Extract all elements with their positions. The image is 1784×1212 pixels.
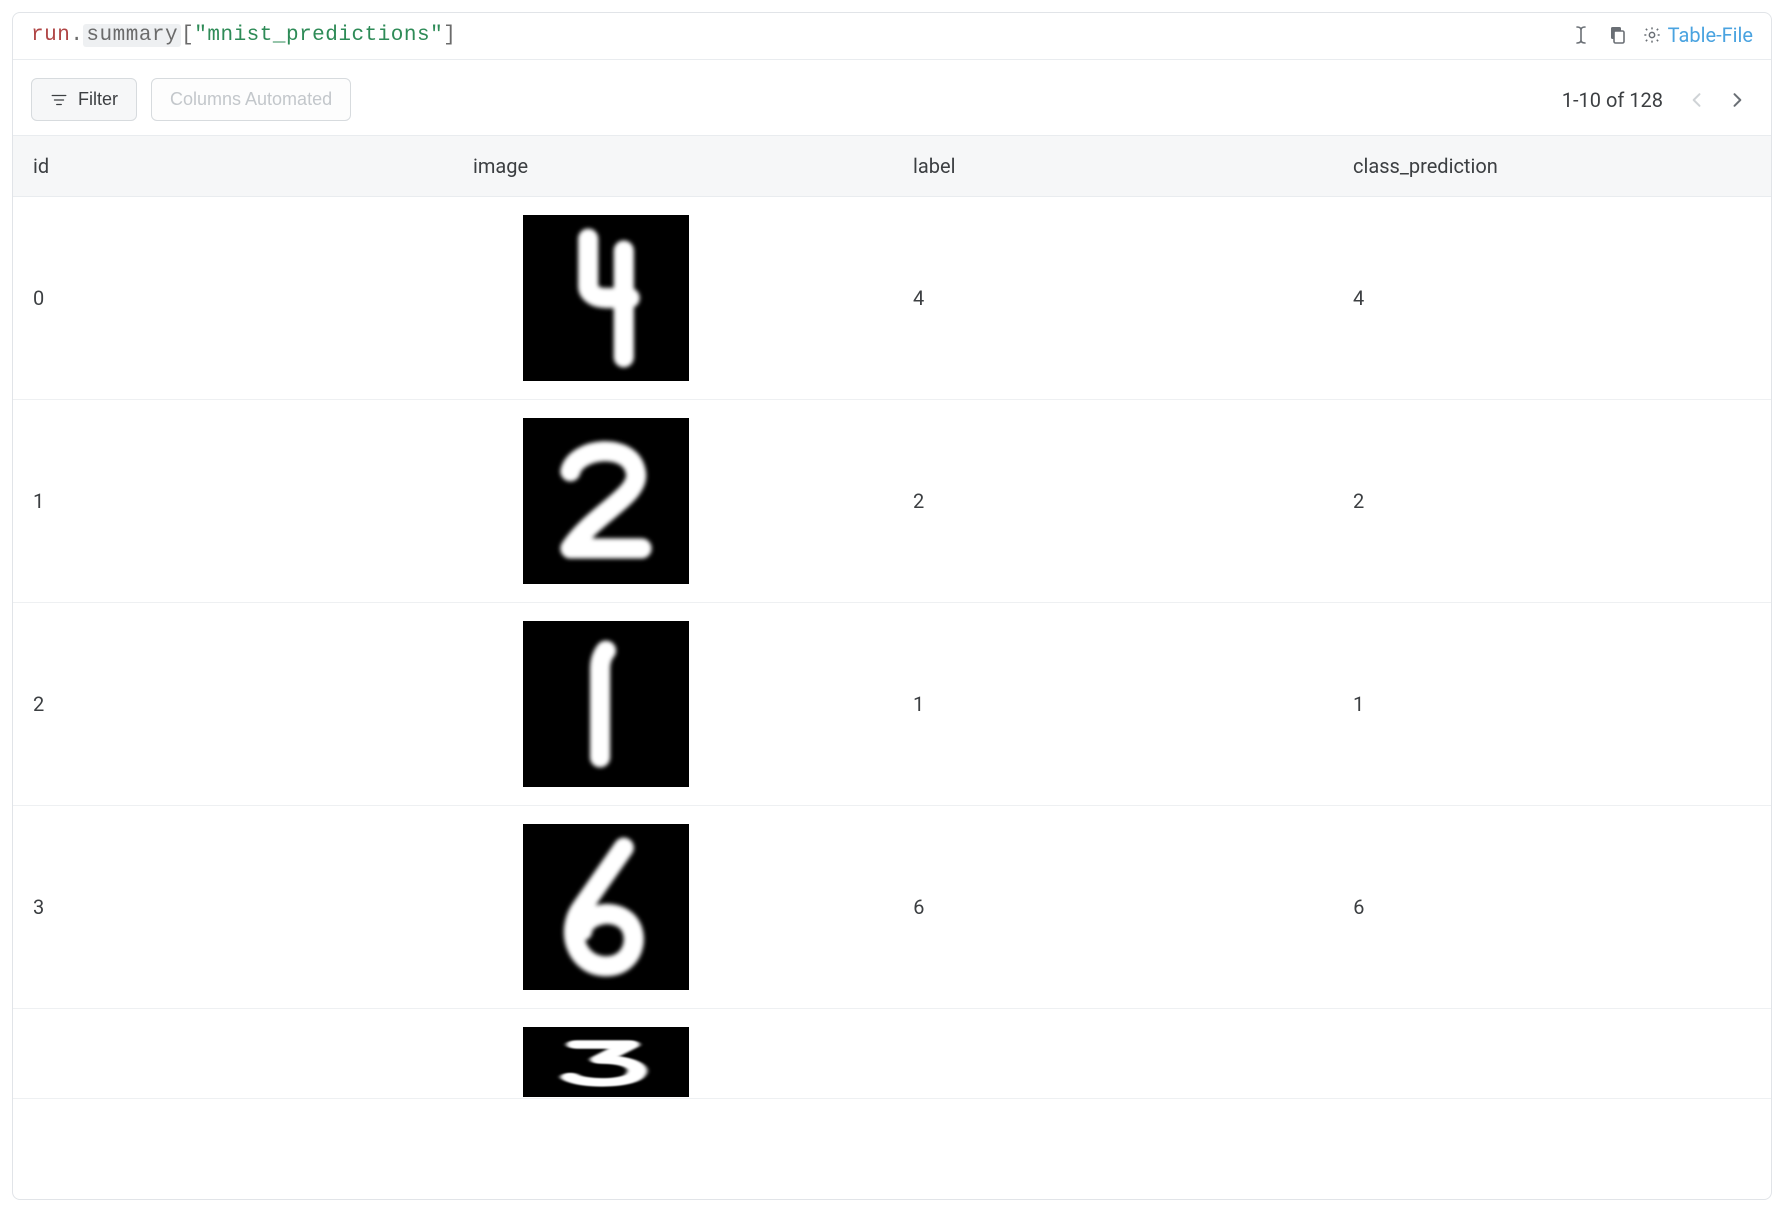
filter-label: Filter [78,89,118,110]
cell-id: 3 [13,877,453,937]
cell-id [13,1009,453,1045]
cell-image[interactable] [453,603,893,805]
cell-id: 2 [13,674,453,734]
table-row[interactable]: 0 44 [13,197,1771,400]
cell-label: 1 [893,674,1333,734]
next-page-button[interactable] [1721,84,1753,116]
cell-id: 1 [13,471,453,531]
cell-label: 2 [893,471,1333,531]
col-header-image[interactable]: image [453,136,893,196]
cell-id: 0 [13,268,453,328]
table-file-label: Table-File [1668,23,1753,47]
cell-label: 6 [893,877,1333,937]
cell-image[interactable] [453,197,893,399]
header-actions: Table-File [1570,23,1753,47]
filter-icon [50,91,68,109]
expression-path[interactable]: run.summary["mnist_predictions"] [31,24,456,47]
table-file-link[interactable]: Table-File [1642,23,1753,47]
table-header: id image label class_prediction [13,136,1771,197]
copy-icon[interactable] [1606,24,1628,46]
cell-image[interactable] [453,400,893,602]
filter-button[interactable]: Filter [31,78,137,121]
gear-icon [1642,25,1662,45]
panel-header: run.summary["mnist_predictions"] Table-F… [13,13,1771,60]
table-row[interactable]: 3 66 [13,806,1771,1009]
table-row[interactable]: 2 11 [13,603,1771,806]
col-header-label[interactable]: label [893,136,1333,196]
table-body: 0 441 222 113 66 [13,197,1771,1099]
cell-image[interactable] [453,1009,893,1099]
toolbar-left: Filter Columns Automated [31,78,351,121]
expr-attribute: summary [83,24,181,47]
col-header-class-prediction[interactable]: class_prediction [1333,136,1771,196]
table-row[interactable]: 1 22 [13,400,1771,603]
cell-label [893,1009,1333,1045]
toolbar: Filter Columns Automated 1-10 of 128 [13,60,1771,135]
toolbar-right: 1-10 of 128 [1562,84,1753,116]
prev-page-button[interactable] [1681,84,1713,116]
data-table: id image label class_prediction 0 441 22… [13,135,1771,1199]
cell-class-prediction: 4 [1333,268,1771,328]
pagination-text: 1-10 of 128 [1562,88,1663,112]
cell-class-prediction [1333,1009,1771,1045]
expr-object: run [31,24,70,47]
text-cursor-icon[interactable] [1570,24,1592,46]
col-header-id[interactable]: id [13,136,453,196]
table-row[interactable] [13,1009,1771,1099]
cell-image[interactable] [453,806,893,1008]
expr-key: mnist_predictions [207,24,430,47]
columns-button[interactable]: Columns Automated [151,78,351,121]
cell-class-prediction: 6 [1333,877,1771,937]
cell-label: 4 [893,268,1333,328]
cell-class-prediction: 2 [1333,471,1771,531]
cell-class-prediction: 1 [1333,674,1771,734]
panel: run.summary["mnist_predictions"] Table-F… [12,12,1772,1200]
columns-label: Columns Automated [170,89,332,110]
